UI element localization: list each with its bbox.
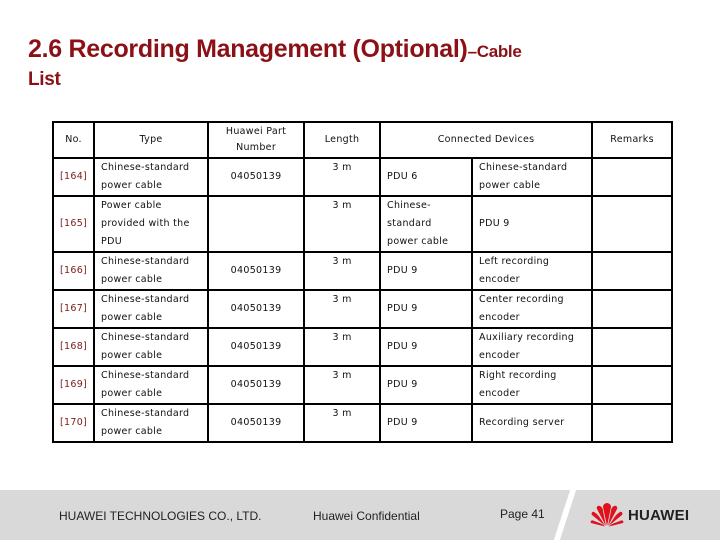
- table-row: [164] Chinese-standard power cable 0405013…: [51, 157, 674, 197]
- title-main: 2.6 Recording Management (Optional): [28, 35, 468, 63]
- cell-connected-device-1: PDU 9: [379, 403, 474, 443]
- footer-divider: [553, 490, 577, 540]
- cell-no: [164]: [51, 157, 96, 197]
- title-suffix: –Cable: [467, 42, 522, 61]
- cell-connected-device-2: Auxiliary recording encoder: [471, 327, 594, 367]
- cell-remarks: [591, 403, 674, 443]
- cell-connected-device-1: PDU 9: [379, 327, 474, 367]
- header-remarks: Remarks: [591, 121, 674, 159]
- table-row: [168] Chinese-standard power cable 0405013…: [51, 327, 674, 367]
- cell-remarks: [591, 157, 674, 197]
- footer-confidential: Huawei Confidential: [313, 509, 420, 523]
- cell-connected-device-2: PDU 9: [471, 195, 594, 253]
- cell-connected-device-1: PDU 9: [379, 289, 474, 329]
- cell-no: [167]: [51, 289, 96, 329]
- cell-type: Power cable provided with the PDU: [93, 195, 210, 253]
- cell-type: Chinese-standard power cable: [93, 327, 210, 367]
- cell-remarks: [591, 365, 674, 405]
- cell-remarks: [591, 289, 674, 329]
- cell-no: [168]: [51, 327, 96, 367]
- header-no: No.: [51, 121, 96, 159]
- cell-connected-device-1: PDU 9: [379, 365, 474, 405]
- cell-type: Chinese-standard power cable: [93, 157, 210, 197]
- cell-no: [169]: [51, 365, 96, 405]
- header-part-line2: Number: [236, 142, 277, 153]
- cell-type: Chinese-standard power cable: [93, 365, 210, 405]
- cell-no: [170]: [51, 403, 96, 443]
- cell-part-number: 04050139: [207, 157, 306, 197]
- footer-company: HUAWEI TECHNOLOGIES CO., LTD.: [59, 509, 262, 523]
- table-row: [167] Chinese-standard power cable 0405013…: [51, 289, 674, 329]
- logo-wordmark: HUAWEI: [628, 506, 690, 524]
- header-length: Length: [303, 121, 382, 159]
- table-row: [165] Power cable provided with the PDU 3 …: [51, 195, 674, 253]
- cell-connected-device-1: Chinese-standard power cable: [379, 195, 474, 253]
- cell-part-number: 04050139: [207, 403, 306, 443]
- header-part-number: Huawei Part Number: [207, 121, 306, 159]
- cell-length: 3 m: [303, 327, 382, 367]
- cell-type: Chinese-standard power cable: [93, 251, 210, 291]
- footer-page-number: Page 41: [500, 507, 545, 521]
- cell-connected-device-1: PDU 6: [379, 157, 474, 197]
- cell-connected-device-1: PDU 9: [379, 251, 474, 291]
- cell-length: 3 m: [303, 403, 382, 443]
- cell-part-number: 04050139: [207, 251, 306, 291]
- cell-part-number: [207, 195, 306, 253]
- cell-length: 3 m: [303, 289, 382, 329]
- cell-type: Chinese-standard power cable: [93, 403, 210, 443]
- slide-title: 2.6 Recording Management (Optional)–Cabl…: [28, 34, 522, 93]
- huawei-petal-logo-icon: [590, 503, 624, 527]
- header-part-line1: Huawei Part: [225, 126, 287, 137]
- cell-length: 3 m: [303, 157, 382, 197]
- table-row: [170] Chinese-standard power cable 0405013…: [51, 403, 674, 443]
- cell-part-number: 04050139: [207, 289, 306, 329]
- cell-length: 3 m: [303, 365, 382, 405]
- slide-footer: HUAWEI TECHNOLOGIES CO., LTD. Huawei Con…: [0, 490, 720, 540]
- table-header-row: No. Type Huawei Part Number Length Conne…: [51, 121, 674, 159]
- header-connected-devices: Connected Devices: [379, 121, 594, 159]
- cell-part-number: 04050139: [207, 365, 306, 405]
- cell-remarks: [591, 195, 674, 253]
- huawei-logo: HUAWEI: [590, 502, 689, 528]
- cell-type: Chinese-standard power cable: [93, 289, 210, 329]
- cell-length: 3 m: [303, 251, 382, 291]
- title-line2: List: [28, 69, 61, 90]
- header-type: Type: [93, 121, 210, 159]
- cell-length: 3 m: [303, 195, 382, 253]
- cell-connected-device-2: Center recording encoder: [471, 289, 594, 329]
- cell-remarks: [591, 251, 674, 291]
- cell-connected-device-2: Recording server: [471, 403, 594, 443]
- cell-connected-device-2: Chinese-standard power cable: [471, 157, 594, 197]
- table-row: [169] Chinese-standard power cable 0405013…: [51, 365, 674, 405]
- cell-remarks: [591, 327, 674, 367]
- cell-no: [166]: [51, 251, 96, 291]
- cell-connected-device-2: Left recording encoder: [471, 251, 594, 291]
- cell-no: [165]: [51, 195, 96, 253]
- table-row: [166] Chinese-standard power cable 0405013…: [51, 251, 674, 291]
- cell-part-number: 04050139: [207, 327, 306, 367]
- cell-connected-device-2: Right recording encoder: [471, 365, 594, 405]
- cable-list-table: No. Type Huawei Part Number Length Conne…: [51, 121, 674, 443]
